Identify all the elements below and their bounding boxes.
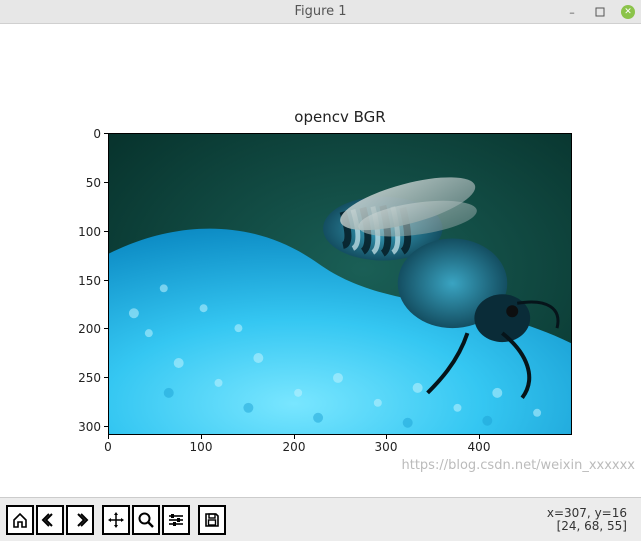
back-icon <box>41 511 59 529</box>
pan-button[interactable] <box>102 505 130 535</box>
home-icon <box>11 511 29 529</box>
ytick-label: 0 <box>61 127 101 141</box>
displayed-image <box>109 134 571 435</box>
ytick-label: 100 <box>61 225 101 239</box>
minimize-button[interactable]: – <box>565 5 579 19</box>
maximize-button[interactable] <box>593 5 607 19</box>
zoom-button[interactable] <box>132 505 160 535</box>
plot-title: opencv BGR <box>108 108 572 126</box>
ytick-label: 200 <box>61 322 101 336</box>
window-titlebar: Figure 1 – ✕ <box>0 0 641 24</box>
forward-button[interactable] <box>66 505 94 535</box>
xtick-label: 100 <box>181 440 221 454</box>
ytick-label: 250 <box>61 371 101 385</box>
xtick-label: 200 <box>274 440 314 454</box>
matplotlib-toolbar: x=307, y=16 [24, 68, 55] <box>0 497 641 541</box>
xtick-label: 0 <box>88 440 128 454</box>
back-button[interactable] <box>36 505 64 535</box>
plot-axes[interactable] <box>108 133 572 435</box>
watermark-text: https://blog.csdn.net/weixin_xxxxxx <box>401 458 635 473</box>
xtick-label: 300 <box>366 440 406 454</box>
window-title: Figure 1 <box>0 4 641 19</box>
coord-xy: x=307, y=16 <box>547 507 627 520</box>
coordinate-readout: x=307, y=16 [24, 68, 55] <box>547 507 635 532</box>
window-controls: – ✕ <box>565 0 635 24</box>
coord-pixel: [24, 68, 55] <box>547 520 627 533</box>
save-button[interactable] <box>198 505 226 535</box>
configure-subplots-button[interactable] <box>162 505 190 535</box>
zoom-icon <box>137 511 155 529</box>
ytick-label: 300 <box>61 420 101 434</box>
subplots-icon <box>167 511 185 529</box>
save-icon <box>203 511 221 529</box>
ytick-label: 150 <box>61 274 101 288</box>
close-button[interactable]: ✕ <box>621 5 635 19</box>
pan-icon <box>107 511 125 529</box>
xtick-label: 400 <box>459 440 499 454</box>
figure-canvas[interactable]: opencv BGR 0 50 100 150 200 250 300 0 10… <box>0 24 641 497</box>
ytick-label: 50 <box>61 176 101 190</box>
home-button[interactable] <box>6 505 34 535</box>
forward-icon <box>71 511 89 529</box>
